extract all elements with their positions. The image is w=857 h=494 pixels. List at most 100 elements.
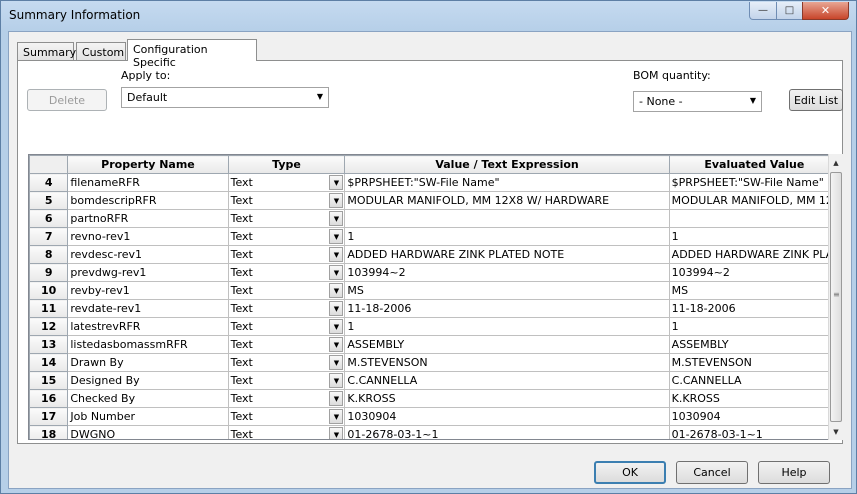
value-expression-cell[interactable]: K.KROSS	[344, 389, 670, 408]
chevron-down-icon[interactable]: ▼	[329, 211, 344, 226]
table-row[interactable]: 4 filenameRFR Text ▼ $PRPSHEET:"SW-File Name…	[29, 173, 840, 192]
type-cell[interactable]: Text ▼	[227, 209, 346, 228]
bom-quantity-dropdown[interactable]: - None - ▼	[633, 91, 762, 112]
type-cell[interactable]: Text ▼	[227, 299, 346, 318]
table-row[interactable]: 13 listedasbomassmRFR Text ▼ ASSEMBLY ASSEMBL…	[29, 335, 840, 354]
row-number[interactable]: 9	[29, 263, 69, 282]
table-row[interactable]: 12 latestrevRFR Text ▼ 1 1	[29, 317, 840, 336]
corner-cell[interactable]	[29, 155, 69, 174]
table-row[interactable]: 11 revdate-rev1 Text ▼ 11-18-2006 11-18-2006	[29, 299, 840, 318]
tab-summary[interactable]: Summary	[17, 42, 76, 60]
tab-configuration-specific[interactable]: Configuration Specific	[127, 39, 257, 69]
value-expression-cell[interactable]: MODULAR MANIFOLD, MM 12X8 W/ HARDWARE	[344, 191, 670, 210]
chevron-down-icon[interactable]: ▼	[329, 175, 344, 190]
scroll-up-icon[interactable]: ▲	[829, 154, 843, 171]
row-number[interactable]: 14	[29, 353, 69, 372]
row-number[interactable]: 11	[29, 299, 69, 318]
value-expression-cell[interactable]: $PRPSHEET:"SW-File Name"	[344, 173, 670, 192]
delete-button[interactable]: Delete	[27, 89, 107, 111]
chevron-down-icon[interactable]: ▼	[329, 229, 344, 244]
value-expression-cell[interactable]: 1	[344, 227, 670, 246]
value-expression-cell[interactable]: MS	[344, 281, 670, 300]
property-name-cell[interactable]: revdesc-rev1	[67, 245, 229, 264]
row-number[interactable]: 8	[29, 245, 69, 264]
type-cell[interactable]: Text ▼	[227, 281, 346, 300]
chevron-down-icon[interactable]: ▼	[329, 409, 344, 424]
property-name-cell[interactable]: Checked By	[67, 389, 229, 408]
value-expression-cell[interactable]	[344, 209, 670, 228]
property-name-cell[interactable]: Designed By	[67, 371, 229, 390]
row-number[interactable]: 15	[29, 371, 69, 390]
table-row[interactable]: 10 revby-rev1 Text ▼ MS MS	[29, 281, 840, 300]
column-header-type[interactable]: Type	[227, 155, 346, 174]
property-name-cell[interactable]: latestrevRFR	[67, 317, 229, 336]
column-header-value[interactable]: Value / Text Expression	[344, 155, 670, 174]
chevron-down-icon[interactable]: ▼	[329, 427, 344, 439]
table-row[interactable]: 14 Drawn By Text ▼ M.STEVENSON M.STEVENSON	[29, 353, 840, 372]
type-cell[interactable]: Text ▼	[227, 389, 346, 408]
help-button[interactable]: Help	[758, 461, 830, 484]
value-expression-cell[interactable]: 11-18-2006	[344, 299, 670, 318]
value-expression-cell[interactable]: ADDED HARDWARE ZINK PLATED NOTE	[344, 245, 670, 264]
row-number[interactable]: 18	[29, 425, 69, 439]
chevron-down-icon[interactable]: ▼	[329, 319, 344, 334]
type-cell[interactable]: Text ▼	[227, 173, 346, 192]
chevron-down-icon[interactable]: ▼	[329, 265, 344, 280]
scrollbar-thumb[interactable]: ≡	[830, 172, 842, 422]
chevron-down-icon[interactable]: ▼	[329, 283, 344, 298]
chevron-down-icon[interactable]: ▼	[329, 391, 344, 406]
close-button[interactable]: ✕	[802, 2, 849, 20]
type-cell[interactable]: Text ▼	[227, 425, 346, 439]
type-cell[interactable]: Text ▼	[227, 353, 346, 372]
title-bar[interactable]: Summary Information — □ ✕	[1, 1, 856, 31]
chevron-down-icon[interactable]: ▼	[329, 337, 344, 352]
type-cell[interactable]: Text ▼	[227, 317, 346, 336]
table-row[interactable]: 6 partnoRFR Text ▼	[29, 209, 840, 228]
property-name-cell[interactable]: revdate-rev1	[67, 299, 229, 318]
table-row[interactable]: 8 revdesc-rev1 Text ▼ ADDED HARDWARE ZINK PL…	[29, 245, 840, 264]
column-header-evaluated-value[interactable]: Evaluated Value	[668, 155, 840, 174]
table-row[interactable]: 15 Designed By Text ▼ C.CANNELLA C.CANNELLA	[29, 371, 840, 390]
row-number[interactable]: 12	[29, 317, 69, 336]
table-row[interactable]: 9 prevdwg-rev1 Text ▼ 103994~2 103994~2	[29, 263, 840, 282]
type-cell[interactable]: Text ▼	[227, 227, 346, 246]
value-expression-cell[interactable]: 1	[344, 317, 670, 336]
chevron-down-icon[interactable]: ▼	[329, 301, 344, 316]
row-number[interactable]: 6	[29, 209, 69, 228]
cancel-button[interactable]: Cancel	[676, 461, 748, 484]
chevron-down-icon[interactable]: ▼	[329, 193, 344, 208]
type-cell[interactable]: Text ▼	[227, 245, 346, 264]
column-header-property-name[interactable]: Property Name	[67, 155, 229, 174]
row-number[interactable]: 7	[29, 227, 69, 246]
property-name-cell[interactable]: filenameRFR	[67, 173, 229, 192]
table-row[interactable]: 16 Checked By Text ▼ K.KROSS K.KROSS	[29, 389, 840, 408]
value-expression-cell[interactable]: 103994~2	[344, 263, 670, 282]
property-name-cell[interactable]: revno-rev1	[67, 227, 229, 246]
table-row[interactable]: 5 bomdescripRFR Text ▼ MODULAR MANIFOLD, MM …	[29, 191, 840, 210]
row-number[interactable]: 13	[29, 335, 69, 354]
row-number[interactable]: 5	[29, 191, 69, 210]
property-name-cell[interactable]: Drawn By	[67, 353, 229, 372]
property-name-cell[interactable]: revby-rev1	[67, 281, 229, 300]
value-expression-cell[interactable]: 01-2678-03-1~1	[344, 425, 670, 439]
scroll-down-icon[interactable]: ▼	[829, 423, 843, 440]
table-row[interactable]: 18 DWGNO Text ▼ 01-2678-03-1~1 01-2678-03-1~1	[29, 425, 840, 439]
type-cell[interactable]: Text ▼	[227, 407, 346, 426]
value-expression-cell[interactable]: C.CANNELLA	[344, 371, 670, 390]
row-number[interactable]: 10	[29, 281, 69, 300]
apply-to-dropdown[interactable]: Default ▼	[121, 87, 329, 108]
table-row[interactable]: 17 Job Number Text ▼ 1030904 1030904	[29, 407, 840, 426]
minimize-button[interactable]: —	[749, 2, 777, 20]
ok-button[interactable]: OK	[594, 461, 666, 484]
table-row[interactable]: 7 revno-rev1 Text ▼ 1 1	[29, 227, 840, 246]
property-name-cell[interactable]: prevdwg-rev1	[67, 263, 229, 282]
property-name-cell[interactable]: Job Number	[67, 407, 229, 426]
value-expression-cell[interactable]: ASSEMBLY	[344, 335, 670, 354]
type-cell[interactable]: Text ▼	[227, 371, 346, 390]
type-cell[interactable]: Text ▼	[227, 191, 346, 210]
type-cell[interactable]: Text ▼	[227, 335, 346, 354]
chevron-down-icon[interactable]: ▼	[329, 373, 344, 388]
row-number[interactable]: 17	[29, 407, 69, 426]
property-name-cell[interactable]: partnoRFR	[67, 209, 229, 228]
chevron-down-icon[interactable]: ▼	[329, 247, 344, 262]
